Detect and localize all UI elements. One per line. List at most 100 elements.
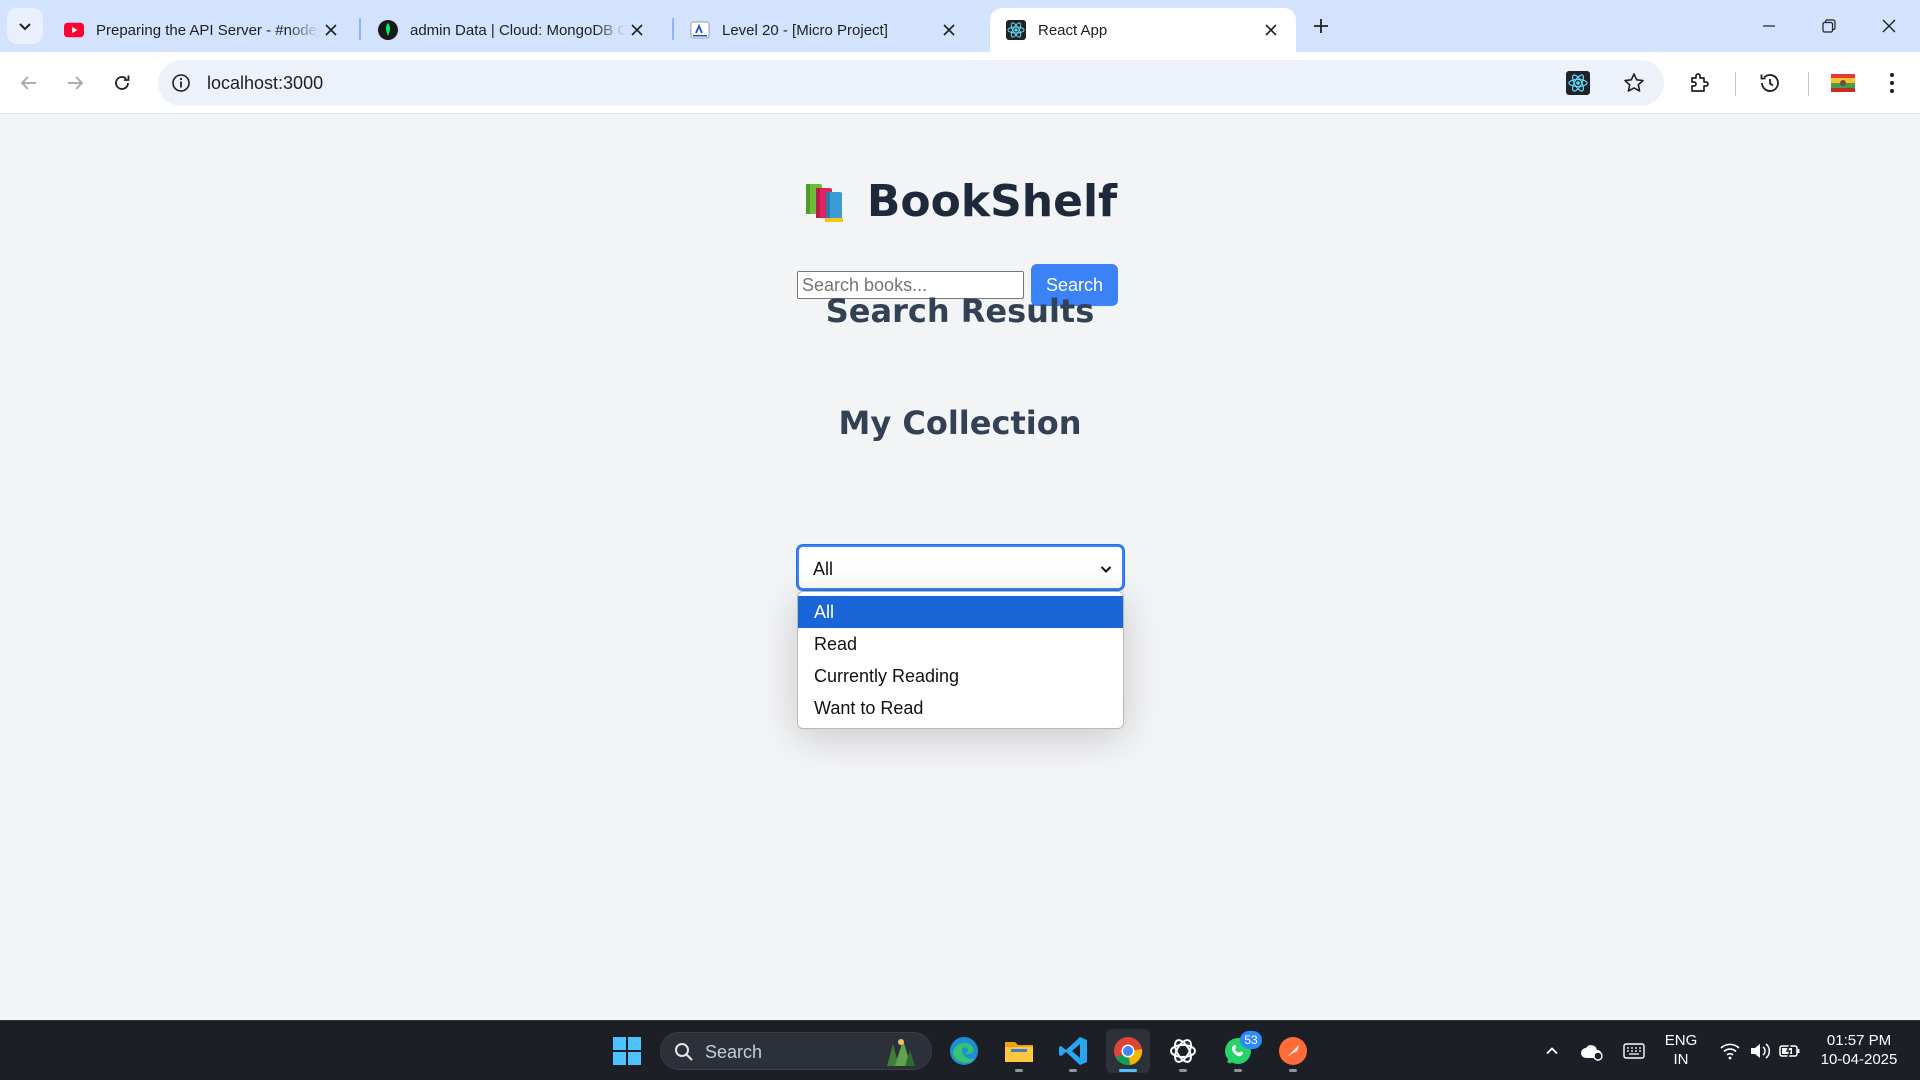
running-indicator (1289, 1069, 1297, 1072)
tab-youtube[interactable]: Preparing the API Server - #nodejs (48, 8, 356, 52)
back-button[interactable] (11, 65, 47, 101)
close-window-button[interactable] (1866, 6, 1912, 46)
taskbar-vscode[interactable] (1051, 1029, 1095, 1073)
mongodb-icon (378, 20, 398, 40)
taskbar-file-explorer[interactable] (997, 1029, 1041, 1073)
arrow-right-icon (68, 76, 84, 90)
arrow-left-icon (20, 76, 36, 90)
tab-title: admin Data | Cloud: MongoDB Cloud (410, 21, 626, 39)
chevron-down-icon (19, 23, 31, 31)
bookmark-star-icon[interactable] (1622, 71, 1646, 95)
search-results-heading: Search Results (825, 292, 1095, 330)
react-devtools-icon[interactable] (1566, 71, 1590, 95)
language-code: ENG (1664, 1032, 1698, 1049)
running-indicator (1179, 1069, 1187, 1072)
volume-icon (1751, 1043, 1771, 1059)
history-icon (1760, 74, 1779, 92)
running-indicator (1234, 1069, 1242, 1072)
history-button[interactable] (1754, 67, 1786, 99)
close-icon[interactable] (320, 19, 342, 41)
notification-badge: 53 (1240, 1031, 1262, 1049)
url-text[interactable]: localhost:3000 (207, 73, 323, 94)
windows-taskbar: Search 53 ENG IN 01:57 PM 10-04-2025 (0, 1020, 1920, 1080)
chevron-up-icon (1546, 1047, 1558, 1055)
tab-title: Level 20 - [Micro Project] (722, 21, 888, 39)
filter-option-currently-reading[interactable]: Currently Reading (798, 660, 1123, 692)
clock-date: 10-04-2025 (1820, 1051, 1898, 1068)
minimize-button[interactable] (1746, 6, 1792, 46)
filter-option-want-to-read[interactable]: Want to Read (798, 692, 1123, 724)
filter-dropdown-list: All Read Currently Reading Want to Read (797, 591, 1124, 729)
close-icon[interactable] (1260, 19, 1282, 41)
keyboard-icon (1623, 1043, 1645, 1059)
reload-icon (115, 75, 130, 90)
cloud-icon (1581, 1045, 1603, 1061)
tab-react-app[interactable]: React App (990, 8, 1296, 52)
tab-search-button[interactable] (7, 8, 43, 44)
taskbar-chrome[interactable] (1106, 1029, 1150, 1073)
taskbar-postman[interactable] (1271, 1029, 1315, 1073)
tab-title: Preparing the API Server - #nodejs (96, 21, 320, 39)
chrome-icon (1114, 1037, 1143, 1066)
forward-button[interactable] (57, 65, 93, 101)
taskbar-edge[interactable] (942, 1029, 986, 1073)
edge-icon (950, 1037, 978, 1065)
minimize-icon (1763, 25, 1775, 27)
youtube-icon (64, 20, 84, 40)
language-indicator[interactable]: ENG IN (1656, 1031, 1706, 1069)
network-volume-battery-tray[interactable] (1710, 1029, 1810, 1073)
new-tab-button[interactable] (1306, 11, 1336, 41)
windows-logo-icon (613, 1037, 641, 1065)
close-icon (1882, 19, 1896, 33)
browser-tab-strip: Preparing the API Server - #nodejs admin… (0, 0, 1920, 52)
search-icon (675, 1043, 693, 1061)
taskbar-search-label: Search (705, 1042, 763, 1062)
keyboard-tray[interactable] (1613, 1029, 1655, 1073)
wifi-icon (1720, 1043, 1740, 1060)
show-hidden-icons-button[interactable] (1531, 1029, 1573, 1073)
region-code: IN (1673, 1051, 1689, 1068)
profile-avatar[interactable] (1827, 67, 1859, 99)
browser-menu-button[interactable] (1876, 67, 1908, 99)
avatar-icon (1831, 74, 1855, 92)
taskbar-search-box[interactable]: Search (660, 1032, 932, 1070)
browser-toolbar: localhost:3000 (0, 52, 1920, 114)
puzzle-icon (1691, 73, 1709, 92)
tab-mongodb[interactable]: admin Data | Cloud: MongoDB Cloud (362, 8, 662, 52)
extensions-button[interactable] (1684, 67, 1716, 99)
postman-icon (1279, 1037, 1307, 1065)
taskbar-chatgpt[interactable] (1161, 1029, 1205, 1073)
tab-course[interactable]: Level 20 - [Micro Project] (674, 8, 974, 52)
filter-option-read[interactable]: Read (798, 628, 1123, 660)
collection-heading: My Collection (838, 404, 1082, 442)
close-icon[interactable] (938, 19, 960, 41)
battery-icon (1779, 1044, 1800, 1058)
chatgpt-icon (1170, 1039, 1196, 1063)
chevron-down-icon (1100, 566, 1112, 573)
folder-icon (1005, 1042, 1033, 1062)
clock-time: 01:57 PM (1826, 1032, 1892, 1049)
vscode-icon (1059, 1037, 1087, 1065)
start-button[interactable] (605, 1029, 649, 1073)
reload-button[interactable] (104, 65, 140, 101)
kebab-menu-icon (1890, 73, 1894, 93)
filter-selected-value: All (813, 559, 834, 579)
close-icon[interactable] (626, 19, 648, 41)
site-info-icon[interactable] (168, 70, 194, 96)
app-header: BookShelf (0, 176, 1920, 227)
react-icon (1006, 20, 1026, 40)
tab-separator (359, 18, 361, 40)
course-icon (690, 20, 710, 40)
clock[interactable]: 01:57 PM 10-04-2025 (1812, 1031, 1906, 1069)
page-content: BookShelf Search Search Results My Colle… (0, 114, 1920, 1020)
toolbar-divider (1735, 72, 1736, 96)
plus-icon (1314, 19, 1328, 33)
address-bar[interactable]: localhost:3000 (158, 60, 1664, 106)
active-indicator (1119, 1069, 1137, 1072)
taskbar-whatsapp[interactable]: 53 (1216, 1029, 1262, 1073)
onedrive-tray[interactable] (1571, 1029, 1613, 1073)
collection-filter-select[interactable]: All (797, 545, 1124, 590)
restore-button[interactable] (1806, 6, 1852, 46)
restore-icon (1822, 19, 1836, 33)
filter-option-all[interactable]: All (798, 596, 1123, 628)
